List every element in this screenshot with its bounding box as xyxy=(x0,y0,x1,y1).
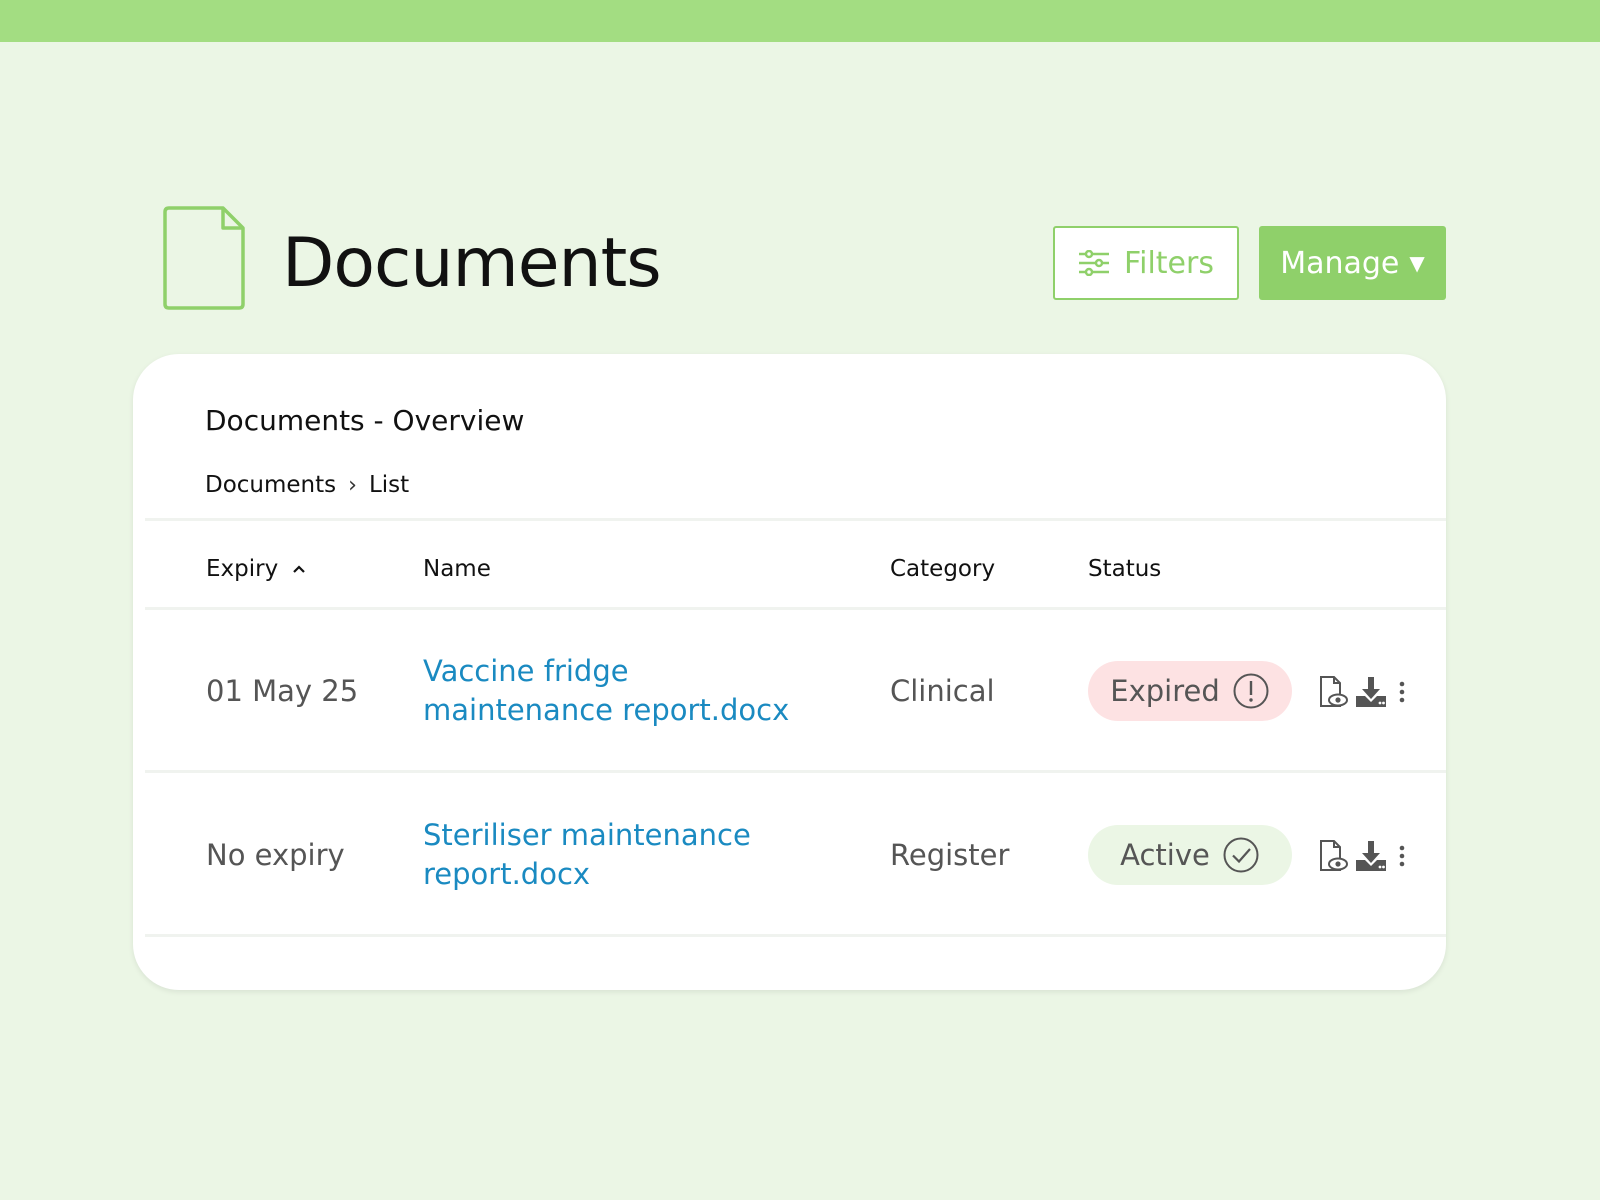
document-name-line2: maintenance report.docx xyxy=(423,693,790,727)
document-icon xyxy=(163,206,245,310)
column-header-category-label: Category xyxy=(890,556,996,582)
chevron-up-icon xyxy=(293,565,305,573)
status-label: Active xyxy=(1120,838,1210,872)
row-actions xyxy=(1316,839,1412,873)
document-name-link[interactable]: Vaccine fridge maintenance report.docx xyxy=(423,652,813,730)
download-icon[interactable] xyxy=(1354,839,1388,873)
more-options-icon[interactable] xyxy=(1392,679,1412,705)
document-name-link[interactable]: Steriliser maintenance report.docx xyxy=(423,816,813,894)
row-expiry: 01 May 25 xyxy=(206,674,359,708)
column-header-expiry[interactable]: Expiry xyxy=(206,556,306,582)
document-name-line2: report.docx xyxy=(423,857,591,891)
check-circle-icon xyxy=(1223,837,1259,873)
column-header-category[interactable]: Category xyxy=(890,556,995,582)
columns-divider xyxy=(145,607,1446,610)
header-divider xyxy=(145,518,1446,521)
documents-card: Documents - Overview Documents › List Ex… xyxy=(133,354,1446,990)
manage-dropdown-button[interactable]: Manage ▼ xyxy=(1259,226,1446,300)
row-divider xyxy=(145,934,1446,937)
column-header-expiry-label: Expiry xyxy=(206,556,279,582)
status-label: Expired xyxy=(1110,674,1220,708)
filters-label: Filters xyxy=(1124,245,1214,281)
page-title: Documents xyxy=(282,224,662,303)
breadcrumb: Documents › List xyxy=(205,472,409,498)
top-bar xyxy=(0,0,1600,42)
caret-down-icon: ▼ xyxy=(1409,251,1425,275)
manage-label: Manage xyxy=(1280,245,1400,281)
document-name-line1: Steriliser maintenance xyxy=(423,818,751,852)
more-options-icon[interactable] xyxy=(1392,843,1412,869)
preview-document-icon[interactable] xyxy=(1316,839,1350,873)
row-category: Clinical xyxy=(890,674,995,708)
breadcrumb-list: List xyxy=(368,472,410,498)
column-header-name[interactable]: Name xyxy=(423,556,491,582)
breadcrumb-documents[interactable]: Documents xyxy=(205,472,336,498)
sliders-icon xyxy=(1079,250,1110,276)
row-category: Register xyxy=(890,838,1010,872)
row-divider xyxy=(145,770,1446,773)
preview-document-icon[interactable] xyxy=(1316,675,1350,709)
chevron-right-icon: › xyxy=(348,472,357,498)
row-expiry: No expiry xyxy=(206,838,345,872)
column-header-status-label: Status xyxy=(1088,556,1162,582)
row-actions xyxy=(1316,675,1412,709)
card-title: Documents - Overview xyxy=(205,404,525,437)
download-icon[interactable] xyxy=(1354,675,1388,709)
document-name-line1: Vaccine fridge xyxy=(423,654,629,688)
filters-button[interactable]: Filters xyxy=(1053,226,1239,300)
status-badge-active: Active xyxy=(1088,825,1292,885)
column-header-name-label: Name xyxy=(423,556,491,582)
exclamation-circle-icon xyxy=(1233,673,1269,709)
status-badge-expired: Expired xyxy=(1088,661,1292,721)
column-header-status[interactable]: Status xyxy=(1088,556,1161,582)
